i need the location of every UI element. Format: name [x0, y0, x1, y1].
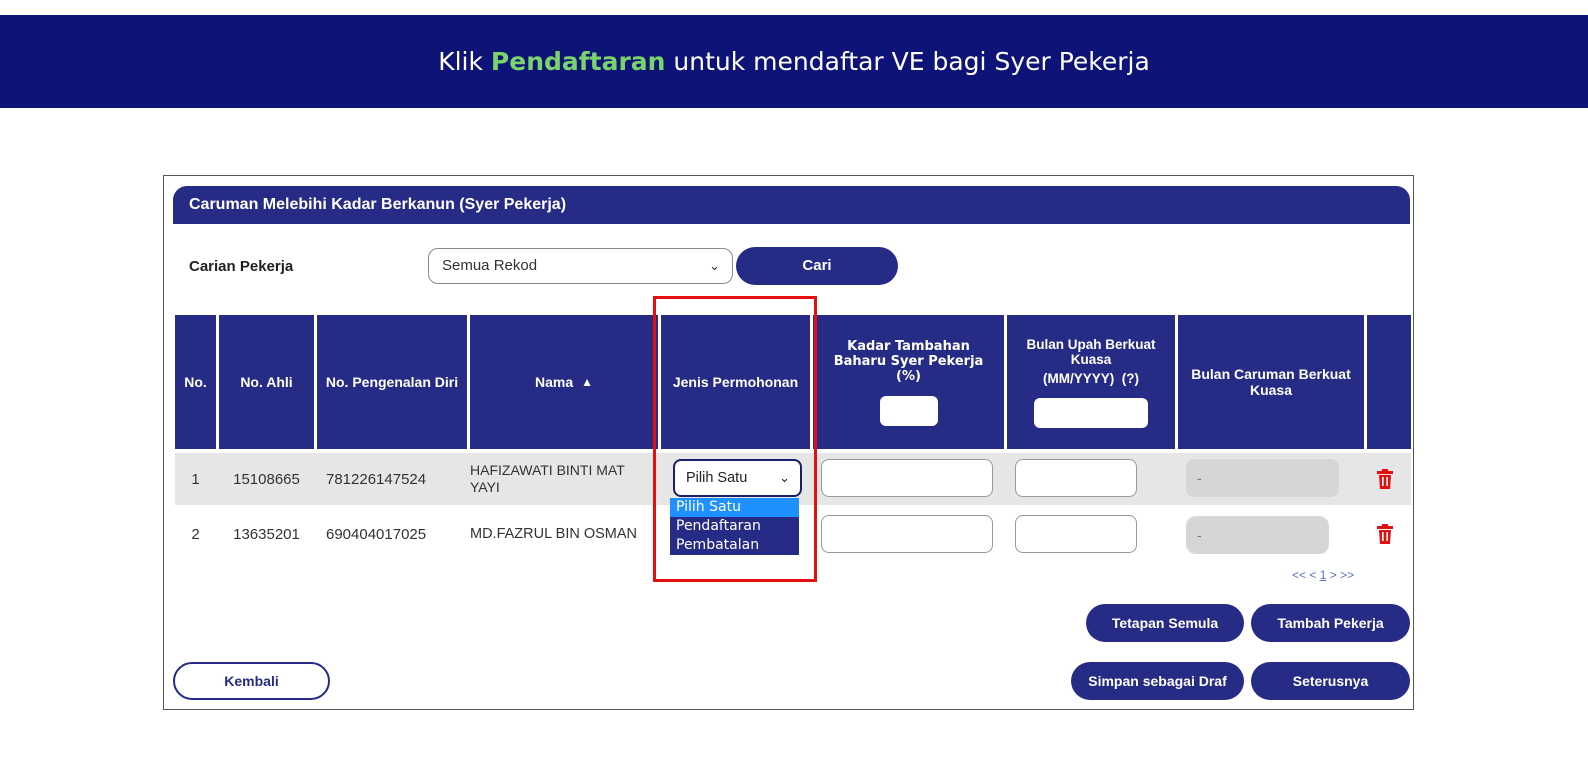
chevron-down-icon: ⌄: [709, 258, 720, 273]
trash-icon[interactable]: [1373, 466, 1397, 492]
search-button[interactable]: Cari: [736, 247, 898, 285]
header-name[interactable]: Nama ▲: [470, 315, 658, 449]
header-id-no-label: No. Pengenalan Diri: [325, 374, 459, 390]
contribution-month-field: -: [1186, 459, 1339, 497]
row-id-no: 781226147524: [326, 470, 427, 488]
header-wage-month-format: (MM/YYYY) (?): [1043, 370, 1139, 386]
header-contribution-month-label: Bulan Caruman Berkuat Kuasa: [1191, 366, 1351, 398]
rate-input[interactable]: [821, 515, 993, 553]
row-no: 1: [191, 470, 200, 488]
wage-month-input[interactable]: [1015, 459, 1137, 497]
header-wage-month: Bulan Upah Berkuat Kuasa (MM/YYYY) (?): [1007, 315, 1175, 449]
highlight-box: [653, 296, 817, 582]
header-rate: Kadar Tambahan Baharu Syer Pekerja (%): [813, 315, 1004, 449]
header-name-label: Nama: [534, 374, 574, 390]
header-wage-month-label: Bulan Upah Berkuat Kuasa: [1026, 336, 1156, 367]
banner-suffix: untuk mendaftar VE bagi Syer Pekerja: [665, 47, 1150, 76]
row-member-no: 13635201: [233, 525, 300, 543]
contribution-month-field: -: [1186, 516, 1329, 554]
header-member-no: No. Ahli: [219, 315, 314, 449]
header-no: No.: [175, 315, 216, 449]
trash-icon[interactable]: [1373, 521, 1397, 547]
row-no: 2: [191, 525, 200, 543]
header-no-label: No.: [184, 374, 207, 390]
search-select-value: Semua Rekod: [442, 257, 538, 274]
wage-month-input[interactable]: [1015, 515, 1137, 553]
row-id-no: 690404017025: [326, 525, 427, 543]
search-select[interactable]: Semua Rekod ⌄: [428, 248, 733, 284]
row-name: MD.FAZRUL BIN OSMAN: [470, 526, 638, 542]
banner-highlight: Pendaftaran: [490, 47, 666, 76]
pager-page[interactable]: 1: [1320, 568, 1327, 582]
row-member-no: 15108665: [233, 470, 300, 488]
instruction-banner: Klik Pendaftaran untuk mendaftar VE bagi…: [0, 15, 1588, 108]
header-contribution-month: Bulan Caruman Berkuat Kuasa: [1178, 315, 1364, 449]
header-rate-label: Kadar Tambahan Baharu Syer Pekerja (%): [833, 338, 984, 384]
header-member-no-label: No. Ahli: [240, 374, 293, 390]
pager-next[interactable]: > >>: [1330, 568, 1354, 582]
search-label: Carian Pekerja: [189, 258, 294, 275]
pagination: << < 1 > >>: [1292, 568, 1354, 582]
panel-title: Caruman Melebihi Kadar Berkanun (Syer Pe…: [173, 186, 1410, 224]
rate-input[interactable]: [821, 459, 993, 497]
header-action: [1367, 315, 1411, 449]
rate-bulk-input[interactable]: [879, 395, 938, 426]
save-draft-button[interactable]: Simpan sebagai Draf: [1071, 662, 1244, 700]
back-button[interactable]: Kembali: [173, 662, 330, 700]
reset-button[interactable]: Tetapan Semula: [1086, 604, 1244, 642]
row-name: HAFIZAWATI BINTI MAT YAYI: [470, 462, 625, 495]
contribution-panel: Caruman Melebihi Kadar Berkanun (Syer Pe…: [163, 175, 1414, 710]
header-id-no: No. Pengenalan Diri: [317, 315, 467, 449]
wage-month-bulk-input[interactable]: [1034, 397, 1148, 428]
add-employee-button[interactable]: Tambah Pekerja: [1251, 604, 1410, 642]
pager-prev[interactable]: << <: [1292, 568, 1316, 582]
sort-icon[interactable]: ▲: [581, 375, 593, 389]
next-button[interactable]: Seterusnya: [1251, 662, 1410, 700]
banner-prefix: Klik: [438, 47, 491, 76]
